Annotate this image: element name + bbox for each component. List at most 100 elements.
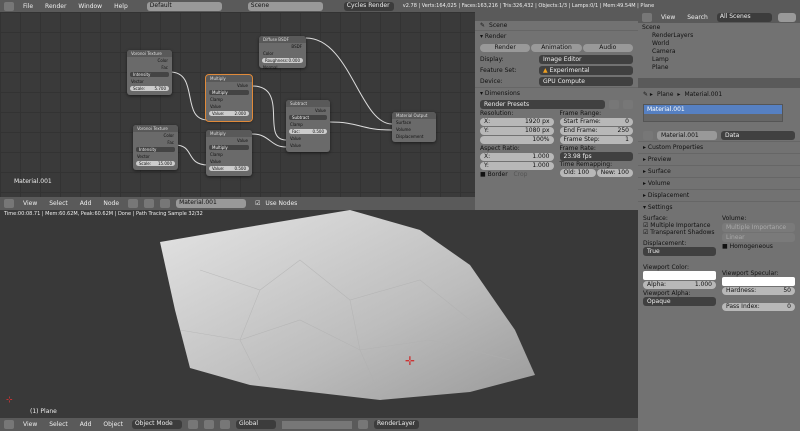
texture-icon[interactable] xyxy=(144,199,155,208)
editor-type-icon[interactable] xyxy=(4,199,14,208)
use-nodes-checkbox[interactable]: ☑ Use Nodes xyxy=(252,200,303,207)
menu-help[interactable]: Help xyxy=(111,3,131,10)
feature-set-select[interactable]: ▲ Experimental xyxy=(539,66,633,75)
operation-select[interactable]: Multiply xyxy=(209,90,249,95)
clamp-checkbox[interactable]: Clamp xyxy=(286,121,330,128)
material-output-node[interactable]: Material Output Surface Volume Displacem… xyxy=(392,112,436,142)
fac-field[interactable]: Fac: 0.500 xyxy=(289,129,327,134)
menu-search[interactable]: Search xyxy=(684,14,711,21)
operation-select[interactable]: Multiply xyxy=(209,145,249,150)
clamp-checkbox[interactable]: Clamp xyxy=(206,151,252,158)
menu-view[interactable]: View xyxy=(20,200,40,207)
panel-surface[interactable]: ▸ Surface xyxy=(638,165,800,177)
3d-viewport[interactable]: Time:00:08.71 | Mem:60.62M, Peak:60.62M … xyxy=(0,210,638,418)
editor-type-icon[interactable] xyxy=(4,420,14,429)
viewport-alpha-select[interactable]: Opaque xyxy=(643,297,716,306)
compositing-icon[interactable] xyxy=(160,199,171,208)
menu-view[interactable]: View xyxy=(658,14,678,21)
value-field[interactable]: Value: 0.500 xyxy=(209,166,249,171)
start-frame-field[interactable]: Start Frame: 0 xyxy=(559,118,633,126)
value-field[interactable]: Value: 2.000 xyxy=(209,111,249,116)
material-field[interactable]: Material.001 xyxy=(176,199,247,208)
layout-select[interactable]: Default xyxy=(146,1,222,11)
menu-add[interactable]: Add xyxy=(77,421,95,428)
voronoi-node-2[interactable]: Voronoi Texture Color Fac Intensity Vect… xyxy=(133,125,178,170)
tree-item-plane[interactable]: Plane xyxy=(638,63,800,71)
operation-select[interactable]: Subtract xyxy=(289,115,327,120)
mode-select[interactable]: Object Mode xyxy=(131,420,182,429)
menu-object[interactable]: Object xyxy=(100,421,126,428)
viewport-specular-swatch[interactable] xyxy=(722,277,795,286)
editor-type-icon[interactable] xyxy=(642,13,652,22)
snap-icon[interactable] xyxy=(357,420,368,429)
resolution-percentage[interactable]: 100% xyxy=(480,136,554,144)
tree-item-scene[interactable]: Scene xyxy=(638,23,800,31)
pivot-icon[interactable] xyxy=(203,420,214,429)
animation-button[interactable]: Animation xyxy=(531,44,582,52)
pass-index-field[interactable]: Pass Index: 0 xyxy=(722,303,795,311)
aspect-y-field[interactable]: Y: 1.000 xyxy=(480,162,554,170)
menu-window[interactable]: Window xyxy=(75,3,105,10)
3d-cursor-icon[interactable]: ✛ xyxy=(405,354,415,368)
node-editor[interactable]: Voronoi Texture Color Fac Intensity Vect… xyxy=(0,12,475,197)
alpha-field[interactable]: Alpha: 1.000 xyxy=(643,281,716,289)
volume-sampling-select[interactable]: Multiple Importance xyxy=(722,223,795,232)
scale-field[interactable]: Scale: 15.000 xyxy=(136,161,175,166)
editor-type-icon[interactable] xyxy=(4,1,14,11)
properties-tabs[interactable] xyxy=(638,78,800,88)
material-slot-list[interactable]: Material.001 xyxy=(643,104,783,122)
link-select[interactable]: Data xyxy=(721,131,795,140)
search-input[interactable] xyxy=(777,13,796,22)
volume-interpolation-select[interactable]: Linear xyxy=(722,233,795,242)
tree-item-world[interactable]: World xyxy=(638,39,800,47)
display-select[interactable]: Image Editor xyxy=(539,55,633,64)
menu-file[interactable]: File xyxy=(20,3,36,10)
material-name-field[interactable]: Material.001 xyxy=(657,131,717,140)
menu-node[interactable]: Node xyxy=(100,200,122,207)
transparent-shadows-checkbox[interactable]: ☑ Transparent Shadows xyxy=(643,229,716,236)
multiple-importance-checkbox[interactable]: ☑ Multiple Importance xyxy=(643,222,716,229)
end-frame-field[interactable]: End Frame: 250 xyxy=(559,127,633,135)
panel-volume[interactable]: ▸ Volume xyxy=(638,177,800,189)
viewport-color-swatch[interactable] xyxy=(643,271,716,280)
material-browse-icon[interactable] xyxy=(643,131,653,140)
diffuse-bsdf-node[interactable]: Diffuse BSDF BSDF Color Roughness: 0.000 … xyxy=(259,36,306,70)
scale-field[interactable]: Scale: 5.700 xyxy=(130,86,169,91)
homogeneous-checkbox[interactable]: ■ Homogeneous xyxy=(722,243,795,250)
layer-buttons[interactable] xyxy=(281,420,352,429)
render-presets-select[interactable]: Render Presets xyxy=(480,100,605,109)
multiply-node-1[interactable]: Multiply Value Multiply Clamp Value Valu… xyxy=(205,74,253,122)
panel-settings[interactable]: ▾ Settings xyxy=(638,201,800,213)
menu-add[interactable]: Add xyxy=(77,200,95,207)
menu-view[interactable]: View xyxy=(20,421,40,428)
resolution-y-field[interactable]: Y: 1080 px xyxy=(480,127,554,135)
render-layer-select[interactable]: RenderLayer xyxy=(373,420,419,429)
multiply-node-2[interactable]: Multiply Value Multiply Clamp Value Valu… xyxy=(206,130,252,176)
material-slot-item[interactable]: Material.001 xyxy=(644,105,782,114)
manipulator-icon[interactable] xyxy=(219,420,230,429)
panel-render[interactable]: ▾ Render xyxy=(475,30,638,42)
panel-custom-properties[interactable]: ▸ Custom Properties xyxy=(638,141,800,153)
scene-select[interactable]: Scene xyxy=(247,1,323,11)
hardness-field[interactable]: Hardness: 50 xyxy=(722,287,795,295)
remap-new-field[interactable]: New: 100 xyxy=(596,169,633,177)
add-preset-icon[interactable] xyxy=(609,100,619,109)
remove-preset-icon[interactable] xyxy=(623,100,633,109)
coloring-select[interactable]: Intensity xyxy=(136,147,175,152)
displacement-select[interactable]: True xyxy=(643,247,716,256)
engine-select[interactable]: Cycles Render xyxy=(343,1,394,11)
resolution-x-field[interactable]: X: 1920 px xyxy=(480,118,554,126)
shader-icon[interactable] xyxy=(128,199,139,208)
clamp-checkbox[interactable]: Clamp xyxy=(206,96,252,103)
frame-step-field[interactable]: Frame Step: 1 xyxy=(559,136,633,144)
audio-button[interactable]: Audio xyxy=(582,44,633,52)
orientation-select[interactable]: Global xyxy=(235,420,276,429)
panel-displacement[interactable]: ▸ Displacement xyxy=(638,189,800,201)
border-checkbox[interactable]: ■ Border Crop xyxy=(480,171,554,178)
remap-old-field[interactable]: Old: 100 xyxy=(559,169,596,177)
tree-item-lamp[interactable]: Lamp xyxy=(638,55,800,63)
roughness-field[interactable]: Roughness: 0.000 xyxy=(262,58,303,63)
device-select[interactable]: GPU Compute xyxy=(539,77,633,86)
render-button[interactable]: Render xyxy=(480,44,531,52)
voronoi-node-1[interactable]: Voronoi Texture Color Fac Intensity Vect… xyxy=(127,50,172,95)
